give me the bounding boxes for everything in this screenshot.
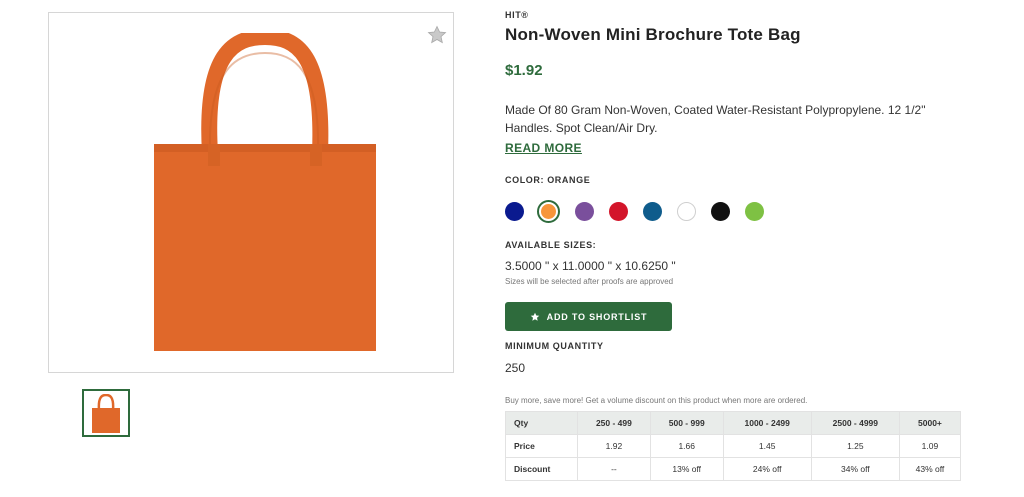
table-row-discount: Discount -- 13% off 24% off 34% off 43% … [505,457,962,481]
price-tier-2: 1.66 [649,434,724,458]
minimum-quantity-label: MINIMUM QUANTITY [505,341,604,351]
product-image [154,33,376,351]
price-tier-1: 1.92 [577,434,651,458]
price-tier-5: 1.09 [898,434,962,458]
row-label-price: Price [505,434,578,458]
add-to-shortlist-label: ADD TO SHORTLIST [546,311,648,322]
price-tier-3: 1.45 [722,434,812,458]
discount-tier-5: 43% off [898,457,962,481]
header-tier-3: 1000 - 2499 [722,411,812,435]
swatch-navy[interactable] [505,201,524,221]
discount-tier-3: 24% off [722,457,812,481]
volume-discount-note: Buy more, save more! Get a volume discou… [505,396,808,405]
sizes-label: AVAILABLE SIZES: [505,240,597,250]
pricing-table: Qty 250 - 499 500 - 999 1000 - 2499 2500… [505,411,962,481]
color-swatches [505,199,965,223]
thumbnail-image[interactable] [82,389,130,437]
size-value: 3.5000 " x 11.0000 " x 10.6250 " [505,259,676,273]
brand-name: HIT® [505,10,529,20]
product-image-frame [48,12,454,373]
swatch-white[interactable] [677,201,696,221]
minimum-quantity-value: 250 [505,361,526,375]
swatch-black[interactable] [711,201,730,221]
price-tier-4: 1.25 [810,434,900,458]
product-info: HIT® Non-Woven Mini Brochure Tote Bag $1… [505,10,965,481]
row-label-discount: Discount [505,457,578,481]
product-title: Non-Woven Mini Brochure Tote Bag [505,25,801,44]
size-note: Sizes will be selected after proofs are … [505,277,674,286]
swatch-orange[interactable] [537,199,560,223]
header-tier-2: 500 - 999 [649,411,724,435]
discount-tier-1: -- [577,457,651,481]
discount-tier-4: 34% off [810,457,900,481]
swatch-royal-blue[interactable] [643,201,662,221]
add-to-shortlist-button[interactable]: ADD TO SHORTLIST [505,302,672,331]
header-tier-1: 250 - 499 [577,411,651,435]
read-more-link[interactable]: READ MORE [505,141,582,155]
header-tier-5: 5000+ [898,411,962,435]
discount-tier-2: 13% off [649,457,724,481]
header-tier-4: 2500 - 4999 [810,411,900,435]
swatch-lime-green[interactable] [745,201,764,221]
product-price: $1.92 [505,62,543,79]
header-qty: Qty [505,411,578,435]
swatch-purple[interactable] [575,201,594,221]
color-label: COLOR: ORANGE [505,175,591,185]
table-row-price: Price 1.92 1.66 1.45 1.25 1.09 [505,434,962,458]
star-icon [530,312,539,321]
favorite-star-icon[interactable] [427,25,447,45]
pricing-header-row: Qty 250 - 499 500 - 999 1000 - 2499 2500… [505,411,962,435]
product-description: Made Of 80 Gram Non-Woven, Coated Water-… [505,103,926,135]
swatch-red[interactable] [609,201,628,221]
